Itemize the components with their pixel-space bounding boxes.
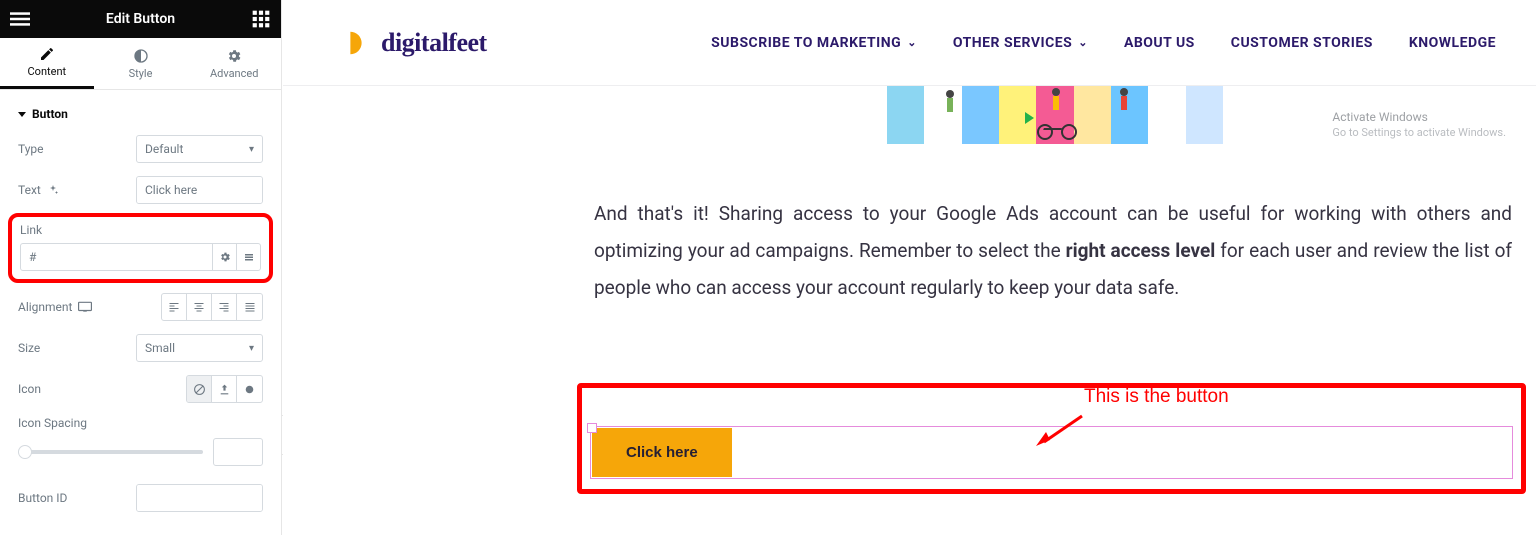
type-label: Type — [18, 142, 44, 156]
chevron-down-icon: ⌄ — [907, 36, 917, 49]
control-type: Type Default ▾ — [18, 135, 263, 163]
control-size: Size Small ▾ — [18, 334, 263, 362]
nav-stories[interactable]: CUSTOMER STORIES — [1231, 35, 1373, 51]
text-label: Text — [18, 183, 59, 197]
chevron-down-icon: ▾ — [249, 144, 254, 155]
dynamic-tags-icon[interactable] — [236, 244, 260, 270]
brand[interactable]: digitalfeet — [341, 28, 487, 58]
button-id-input[interactable] — [137, 485, 263, 511]
align-right[interactable] — [212, 294, 237, 320]
align-justify[interactable] — [237, 294, 262, 320]
align-center[interactable] — [187, 294, 212, 320]
button-id-wrap — [136, 484, 263, 512]
nav-knowledge[interactable]: KNOWLEDGE — [1409, 35, 1496, 51]
text-input[interactable] — [137, 177, 263, 203]
editor-panel: Edit Button Content Style Advanced Butto… — [0, 0, 282, 535]
brand-name: digitalfeet — [381, 28, 487, 58]
chevron-down-icon: ⌄ — [1078, 36, 1088, 49]
control-text: Text — [18, 176, 263, 204]
hero-illustration — [887, 86, 1223, 144]
slider-handle[interactable] — [18, 445, 32, 459]
apps-icon[interactable] — [251, 9, 271, 29]
panel-body: Button Type Default ▾ Text — [0, 90, 281, 525]
tab-style-label: Style — [129, 67, 153, 80]
nav-other-services[interactable]: OTHER SERVICES ⌄ — [953, 35, 1088, 51]
alignment-label-text: Alignment — [18, 300, 72, 314]
nav-about[interactable]: ABOUT US — [1124, 35, 1195, 51]
button-id-label: Button ID — [18, 491, 67, 505]
person-icon — [1051, 88, 1061, 112]
click-here-button[interactable]: Click here — [592, 428, 732, 477]
icon-spacing-value[interactable] — [213, 438, 263, 466]
link-label: Link — [20, 223, 261, 237]
article-paragraph: And that's it! Sharing access to your Go… — [594, 196, 1512, 307]
tab-style[interactable]: Style — [94, 38, 188, 89]
section-button-header[interactable]: Button — [18, 90, 263, 135]
link-options-icon[interactable] — [212, 244, 236, 270]
size-select[interactable]: Small ▾ — [136, 334, 263, 362]
link-icons — [212, 244, 260, 270]
icon-library[interactable] — [237, 376, 262, 402]
section-button-label: Button — [32, 107, 68, 121]
size-value: Small — [145, 341, 175, 355]
icon-spacing-slider[interactable] — [18, 450, 203, 454]
text-label-text: Text — [18, 183, 41, 197]
nav-other-label: OTHER SERVICES — [953, 35, 1072, 51]
preview-pane: digitalfeet SUBSCRIBE TO MARKETING ⌄ OTHE… — [283, 0, 1536, 535]
control-link-callout: Link Add link here — [8, 213, 273, 283]
icon-none[interactable] — [187, 376, 212, 402]
text-input-wrap — [136, 176, 263, 204]
button-callout: This is the button Click here — [577, 383, 1526, 494]
control-icon-spacing — [18, 438, 263, 466]
watermark-line1: Activate Windows — [1332, 110, 1506, 126]
alignment-label: Alignment — [18, 300, 92, 314]
editor-tabs: Content Style Advanced — [0, 38, 281, 90]
icon-spacing-label: Icon Spacing — [18, 416, 263, 430]
brand-logo-icon — [341, 28, 371, 58]
callout-annotation: This is the button — [1084, 386, 1229, 408]
control-icon: Icon — [18, 375, 263, 403]
align-left[interactable] — [162, 294, 187, 320]
tab-content[interactable]: Content — [0, 38, 94, 89]
person-icon — [945, 90, 955, 114]
link-input-wrap: Add link here — [20, 243, 261, 271]
nav-subscribe[interactable]: SUBSCRIBE TO MARKETING ⌄ — [711, 35, 917, 51]
editor-header: Edit Button — [0, 0, 281, 38]
responsive-icon[interactable] — [78, 301, 92, 313]
nav-subscribe-label: SUBSCRIBE TO MARKETING — [711, 35, 901, 51]
editor-title: Edit Button — [30, 11, 251, 27]
type-select[interactable]: Default ▾ — [136, 135, 263, 163]
control-alignment: Alignment — [18, 293, 263, 321]
icon-label: Icon — [18, 382, 41, 396]
size-label: Size — [18, 341, 40, 355]
windows-watermark: Activate Windows Go to Settings to activ… — [1332, 110, 1506, 140]
control-button-id: Button ID — [18, 484, 263, 512]
arrow-icon — [1034, 414, 1084, 448]
article-strong: right access level — [1066, 239, 1216, 262]
tab-advanced-label: Advanced — [210, 67, 258, 80]
chevron-down-icon: ▾ — [249, 343, 254, 354]
watermark-line2: Go to Settings to activate Windows. — [1332, 126, 1506, 140]
site-header: digitalfeet SUBSCRIBE TO MARKETING ⌄ OTHE… — [283, 0, 1536, 86]
ai-stars-icon — [47, 184, 59, 196]
icon-upload[interactable] — [212, 376, 237, 402]
bike-icon — [1037, 114, 1081, 142]
tab-content-label: Content — [28, 65, 67, 78]
person-icon — [1119, 88, 1129, 112]
link-input[interactable] — [21, 250, 63, 264]
icon-group — [186, 375, 263, 403]
main-nav: SUBSCRIBE TO MARKETING⌄ OTHER SERVICES⌄ … — [711, 35, 1496, 51]
menu-icon[interactable] — [10, 9, 30, 29]
alignment-group — [161, 293, 263, 321]
type-value: Default — [145, 142, 183, 156]
tab-advanced[interactable]: Advanced — [187, 38, 281, 89]
caret-down-icon — [18, 112, 26, 117]
